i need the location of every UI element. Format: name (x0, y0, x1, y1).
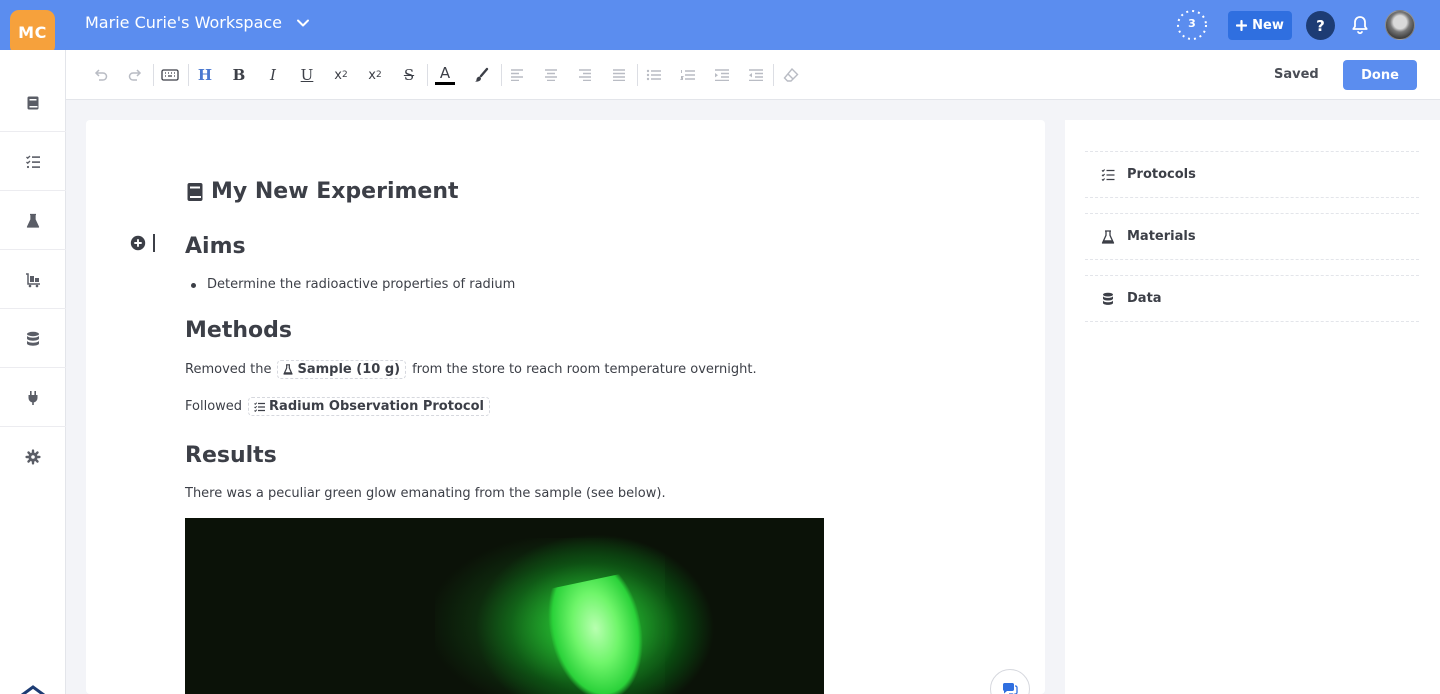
keyboard-icon[interactable] (158, 63, 182, 87)
database-icon (1103, 292, 1113, 305)
plus-icon (1236, 20, 1248, 31)
sample-reference-chip[interactable]: Sample (10 g) (277, 360, 407, 379)
superscript-icon[interactable]: x2 (363, 63, 387, 87)
workspace-switcher[interactable]: Marie Curie's Workspace (85, 13, 310, 32)
methods-text: from the store to reach room temperature… (412, 362, 757, 377)
sample-reference-label: Sample (10 g) (297, 362, 401, 377)
comments-button[interactable] (990, 669, 1030, 694)
flask-icon (1101, 229, 1115, 244)
results-heading[interactable]: Results (185, 443, 277, 468)
left-sidebar (0, 50, 66, 694)
new-button-label: New (1252, 18, 1284, 33)
bell-icon[interactable] (1349, 14, 1371, 36)
right-panel: Protocols Materials Data (1065, 120, 1440, 694)
bold-icon[interactable]: B (227, 63, 251, 87)
text-cursor (153, 234, 155, 252)
book-icon (187, 182, 203, 201)
document-title[interactable]: My New Experiment (186, 179, 459, 204)
italic-icon[interactable]: I (261, 63, 285, 87)
save-status: Saved (1274, 67, 1319, 82)
sidebar-item-experiments[interactable] (0, 74, 66, 132)
protocol-reference-chip[interactable]: Radium Observation Protocol (248, 397, 490, 416)
user-avatar[interactable] (1385, 10, 1415, 40)
plug-icon (28, 390, 38, 405)
panel-card-label: Materials (1127, 229, 1196, 244)
undo-icon[interactable] (89, 63, 113, 87)
radium-glow-image[interactable] (185, 518, 824, 694)
methods-heading[interactable]: Methods (185, 318, 292, 343)
checklist-icon (26, 154, 40, 168)
sidebar-item-integrations[interactable] (0, 369, 66, 427)
subscript-icon[interactable]: x2 (329, 63, 353, 87)
add-block-icon[interactable] (130, 235, 146, 251)
panel-card-label: Data (1127, 291, 1162, 306)
protocol-reference-label: Radium Observation Protocol (269, 399, 484, 414)
align-center-icon[interactable] (539, 63, 563, 87)
checklist-icon (1101, 168, 1115, 181)
document-editor[interactable]: My New Experiment Aims Determine the rad… (86, 120, 1045, 694)
panel-card-label: Protocols (1127, 167, 1196, 182)
sidebar-item-settings[interactable] (0, 428, 66, 486)
help-button[interactable]: ? (1306, 11, 1335, 40)
aims-heading[interactable]: Aims (185, 234, 246, 259)
toolbar-divider (427, 64, 428, 86)
sidebar-item-inventory[interactable] (0, 251, 66, 309)
chat-icon (1003, 683, 1018, 694)
workspace-name: Marie Curie's Workspace (85, 13, 283, 32)
align-right-icon[interactable] (573, 63, 597, 87)
chevron-down-icon (296, 16, 310, 30)
numbered-list-icon[interactable] (676, 63, 700, 87)
new-button[interactable]: New (1228, 11, 1292, 40)
redo-icon[interactable] (123, 63, 147, 87)
flask-icon (283, 364, 294, 375)
editor-toolbar: H B I U x2 x2 S A Saved Done (66, 50, 1440, 100)
align-left-icon[interactable] (505, 63, 529, 87)
sidebar-item-data[interactable] (0, 310, 66, 368)
methods-paragraph-1[interactable]: Removed the Sample (10 g) from the store… (185, 360, 757, 379)
heading-icon[interactable]: H (193, 63, 217, 87)
bullet-list-icon[interactable] (642, 63, 666, 87)
panel-card-materials[interactable]: Materials (1085, 213, 1419, 260)
flask-icon (26, 213, 40, 228)
methods-text: Followed (185, 399, 243, 414)
workspace-logo[interactable]: MC (10, 10, 55, 55)
outdent-icon[interactable] (744, 63, 768, 87)
clear-format-icon[interactable] (779, 63, 803, 87)
sidebar-item-materials[interactable] (0, 192, 66, 250)
indent-icon[interactable] (710, 63, 734, 87)
dolly-icon (26, 272, 40, 287)
toolbar-divider (188, 64, 189, 86)
methods-text: Removed the (185, 362, 272, 377)
results-paragraph[interactable]: There was a peculiar green glow emanatin… (185, 486, 666, 501)
text-color-icon[interactable]: A (433, 63, 457, 87)
toolbar-divider (773, 64, 774, 86)
sync-status-indicator[interactable]: 3 (1176, 9, 1208, 41)
toolbar-divider (153, 64, 154, 86)
methods-paragraph-2[interactable]: Followed Radium Observation Protocol (185, 397, 490, 416)
strikethrough-icon[interactable]: S (397, 63, 421, 87)
panel-card-data[interactable]: Data (1085, 275, 1419, 322)
home-icon[interactable] (16, 684, 50, 694)
book-icon (27, 96, 39, 109)
highlight-brush-icon[interactable] (469, 63, 493, 87)
align-justify-icon[interactable] (607, 63, 631, 87)
toolbar-divider (501, 64, 502, 86)
list-item[interactable]: Determine the radioactive properties of … (190, 277, 515, 292)
sync-count: 3 (1188, 17, 1196, 30)
top-bar: Marie Curie's Workspace 3 New ? (0, 0, 1440, 50)
gear-icon (25, 449, 41, 465)
help-icon: ? (1316, 16, 1325, 35)
panel-card-protocols[interactable]: Protocols (1085, 151, 1419, 198)
underline-icon[interactable]: U (295, 63, 319, 87)
document-title-text: My New Experiment (211, 179, 459, 204)
sidebar-item-protocols[interactable] (0, 133, 66, 191)
done-button[interactable]: Done (1343, 60, 1417, 90)
logo-initials: MC (18, 23, 47, 42)
checklist-icon (254, 401, 266, 412)
toolbar-divider (637, 64, 638, 86)
database-icon (27, 331, 39, 346)
